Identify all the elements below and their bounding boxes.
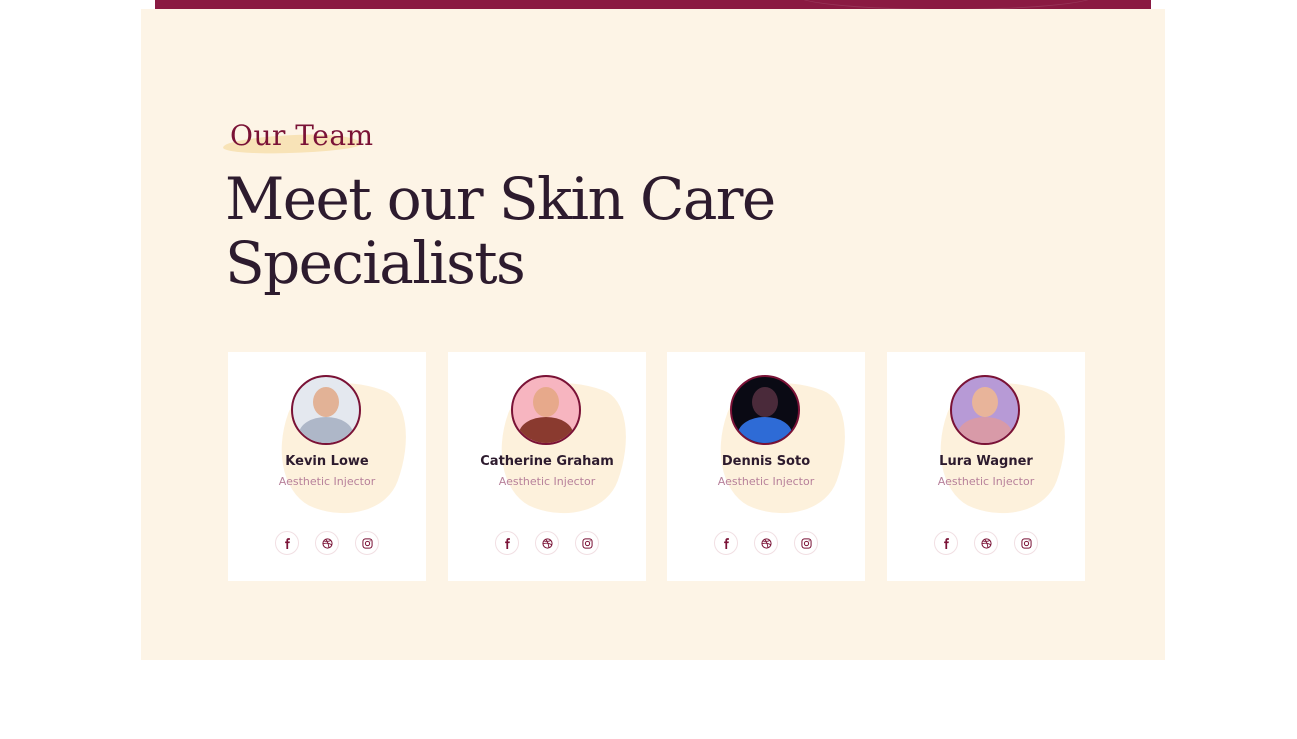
facebook-icon	[941, 537, 952, 549]
avatar-body	[738, 417, 792, 443]
avatar-head	[533, 387, 559, 417]
team-card: Catherine Graham Aesthetic Injector	[448, 352, 646, 581]
member-name: Dennis Soto	[721, 454, 811, 469]
dribbble-icon	[321, 537, 333, 549]
member-role: Aesthetic Injector	[498, 475, 596, 488]
avatar	[291, 375, 361, 445]
avatar	[511, 375, 581, 445]
team-section: Our Team Meet our Skin Care Specialists …	[141, 9, 1165, 660]
avatar-head	[313, 387, 339, 417]
banner-decoration	[795, 0, 1097, 9]
dribbble-icon	[980, 537, 992, 549]
instagram-icon	[361, 537, 373, 549]
team-card: Kevin Lowe Aesthetic Injector	[228, 352, 426, 581]
team-cards: Kevin Lowe Aesthetic Injector Catherine G…	[228, 352, 1088, 581]
eyebrow: Our Team	[222, 119, 373, 159]
dribbble-icon	[541, 537, 553, 549]
member-name: Catherine Graham	[480, 454, 614, 469]
avatar-head	[752, 387, 778, 417]
instagram-icon	[581, 537, 593, 549]
instagram-icon	[1020, 537, 1032, 549]
dribbble-icon	[760, 537, 772, 549]
avatar-body	[299, 417, 353, 443]
top-banner	[155, 0, 1151, 9]
avatar	[950, 375, 1020, 445]
instagram-link[interactable]	[1014, 531, 1038, 555]
instagram-link[interactable]	[794, 531, 818, 555]
facebook-link[interactable]	[495, 531, 519, 555]
instagram-icon	[800, 537, 812, 549]
avatar-head	[972, 387, 998, 417]
eyebrow-text: Our Team	[230, 119, 374, 152]
avatar-body	[519, 417, 573, 443]
facebook-link[interactable]	[714, 531, 738, 555]
team-card: Dennis Soto Aesthetic Injector	[667, 352, 865, 581]
dribbble-link[interactable]	[535, 531, 559, 555]
social-links	[714, 531, 820, 557]
member-name: Kevin Lowe	[285, 454, 369, 469]
avatar-body	[958, 417, 1012, 443]
team-card: Lura Wagner Aesthetic Injector	[887, 352, 1085, 581]
avatar	[730, 375, 800, 445]
member-role: Aesthetic Injector	[937, 475, 1035, 488]
dribbble-link[interactable]	[974, 531, 998, 555]
social-links	[275, 531, 381, 557]
dribbble-link[interactable]	[754, 531, 778, 555]
facebook-icon	[502, 537, 513, 549]
facebook-link[interactable]	[934, 531, 958, 555]
member-name: Lura Wagner	[939, 454, 1033, 469]
social-links	[495, 531, 601, 557]
instagram-link[interactable]	[575, 531, 599, 555]
instagram-link[interactable]	[355, 531, 379, 555]
facebook-link[interactable]	[275, 531, 299, 555]
section-heading: Meet our Skin Care Specialists	[225, 165, 776, 297]
dribbble-link[interactable]	[315, 531, 339, 555]
social-links	[934, 531, 1040, 557]
member-role: Aesthetic Injector	[278, 475, 376, 488]
facebook-icon	[282, 537, 293, 549]
member-role: Aesthetic Injector	[717, 475, 815, 488]
facebook-icon	[721, 537, 732, 549]
